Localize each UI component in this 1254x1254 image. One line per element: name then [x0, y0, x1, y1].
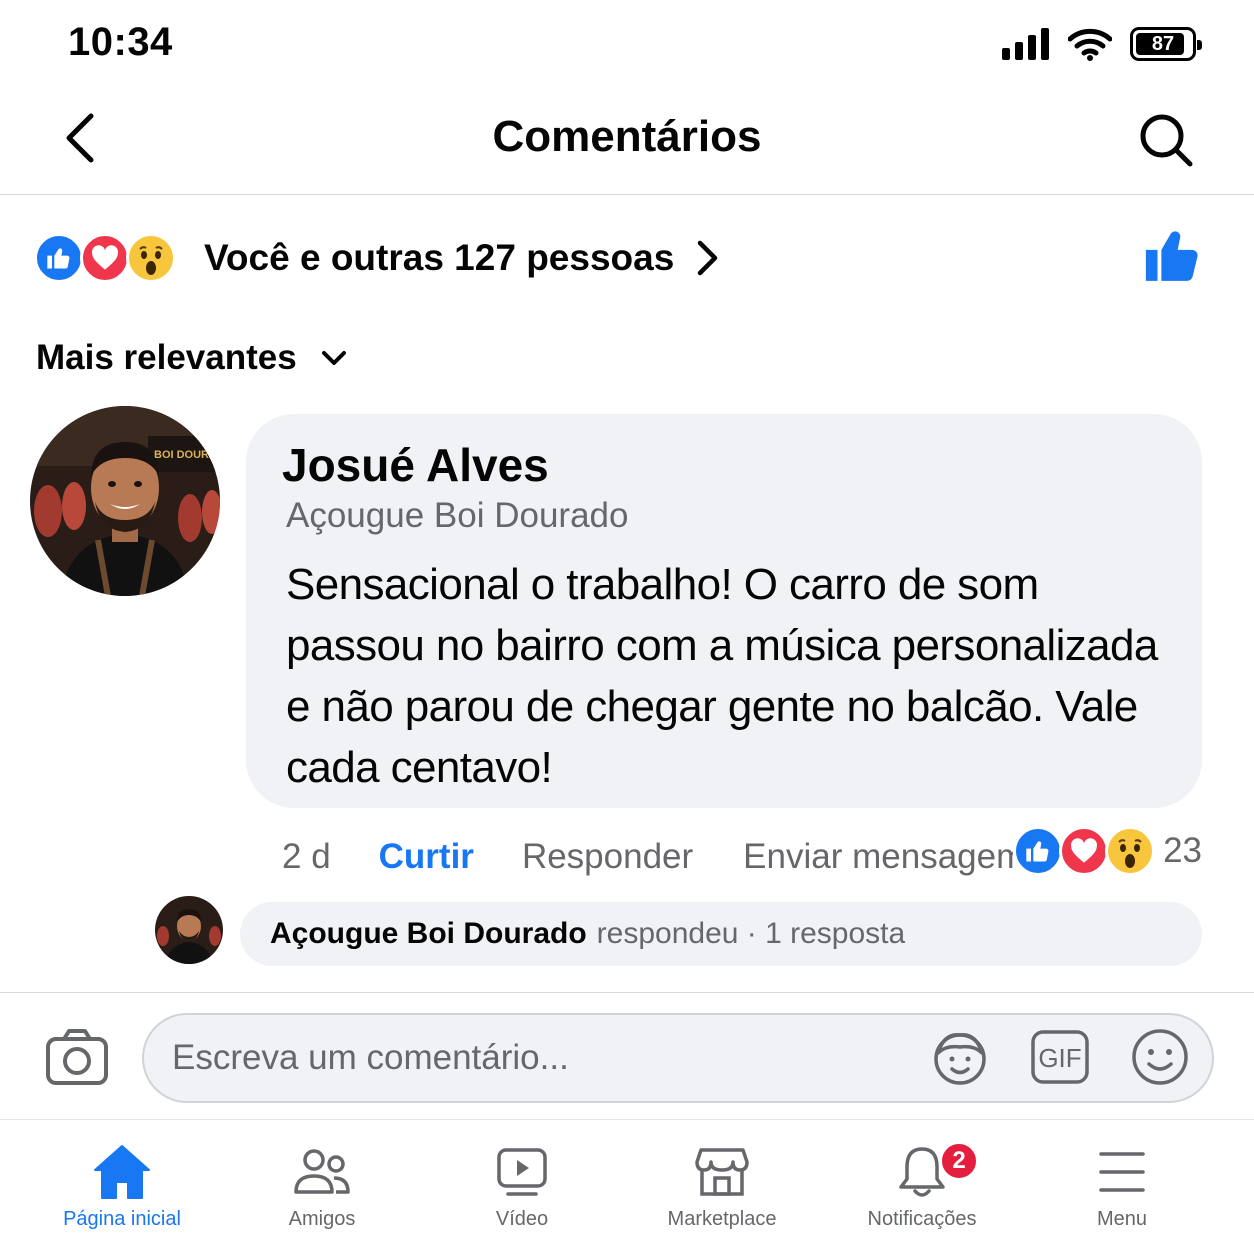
home-icon — [93, 1142, 151, 1202]
camera-button[interactable] — [44, 1023, 110, 1089]
nav-label-friends: Amigos — [288, 1208, 356, 1230]
gif-icon: GIF — [1031, 1030, 1089, 1084]
battery-level: 87 — [1151, 32, 1175, 55]
video-icon — [496, 1142, 548, 1202]
comment-input[interactable]: Escreva um comentário... GIF — [142, 1013, 1214, 1103]
comment-actions: 2 d Curtir Responder Enviar mensagem 23 — [282, 826, 1202, 882]
sort-label: Mais relevantes — [36, 338, 297, 377]
like-icon — [1013, 826, 1064, 876]
menu-icon — [1098, 1142, 1146, 1202]
nav-label-menu: Menu — [1096, 1208, 1148, 1230]
nav-menu[interactable]: Menu — [1022, 1120, 1222, 1254]
emoji-icon — [1132, 1029, 1188, 1085]
gif-label: GIF — [1038, 1043, 1081, 1073]
love-icon — [80, 233, 130, 283]
bell-icon — [897, 1142, 947, 1202]
avatar-sign-text: BOI DOURADO — [154, 449, 220, 461]
header: Comentários — [0, 90, 1254, 195]
avatar-sticker-button[interactable] — [930, 1025, 990, 1089]
comment-bubble[interactable]: Josué Alves Açougue Boi Dourado Sensacio… — [246, 414, 1202, 808]
love-icon — [1059, 826, 1110, 876]
comment-timestamp: 2 d — [282, 837, 331, 876]
like-comment-button[interactable]: Curtir — [379, 837, 474, 877]
comment-reactions[interactable]: 23 — [1013, 826, 1202, 876]
nav-video[interactable]: Vídeo — [422, 1120, 622, 1254]
view-replies-button[interactable]: Açougue Boi Dourado respondeu · 1 respos… — [240, 902, 1202, 966]
reactions-summary-text: Você e outras 127 pessoas — [204, 237, 675, 278]
battery-icon: 87 — [1130, 27, 1202, 61]
bottom-nav: Página inicial Amigos Vídeo Marketplace … — [0, 1120, 1254, 1254]
reaction-stack — [34, 233, 176, 283]
sort-dropdown[interactable]: Mais relevantes — [36, 338, 347, 378]
chevron-right-icon — [696, 239, 720, 277]
reply-meta: respondeu · 1 resposta — [596, 917, 906, 950]
signal-icon — [1002, 28, 1049, 60]
emoji-button[interactable] — [1130, 1025, 1190, 1089]
status-bar: 10:34 87 — [0, 0, 1254, 90]
nav-label-marketplace: Marketplace — [667, 1208, 777, 1230]
status-icons: 87 — [1002, 24, 1202, 64]
camera-icon — [46, 1029, 108, 1085]
chevron-down-icon — [321, 350, 347, 366]
avatar[interactable]: BOI DOURADO — [30, 406, 220, 596]
nav-home[interactable]: Página inicial — [22, 1120, 222, 1254]
send-message-button[interactable]: Enviar mensagem — [743, 837, 1025, 877]
reply-avatar[interactable] — [155, 896, 223, 964]
page-title: Comentários — [492, 112, 762, 161]
nav-label-notifications: Notificações — [867, 1208, 977, 1230]
wow-icon — [126, 233, 176, 283]
search-icon — [1140, 114, 1193, 167]
nav-label-home: Página inicial — [63, 1208, 181, 1230]
like-post-button[interactable] — [1142, 224, 1204, 286]
search-button[interactable] — [1134, 108, 1198, 172]
comment-input-placeholder: Escreva um comentário... — [172, 1038, 569, 1077]
notification-badge: 2 — [940, 1142, 978, 1180]
nav-notifications[interactable]: 2 Notificações — [822, 1120, 1022, 1254]
status-time: 10:34 — [68, 20, 173, 64]
comment-author-subtitle: Açougue Boi Dourado — [286, 496, 629, 535]
thumbs-up-icon — [1145, 231, 1198, 281]
like-icon — [34, 233, 84, 283]
marketplace-icon — [695, 1142, 749, 1202]
friends-icon — [294, 1142, 350, 1202]
reactions-summary[interactable]: Você e outras 127 pessoas — [34, 226, 1214, 290]
comment-composer: Escreva um comentário... GIF — [0, 992, 1254, 1120]
avatar-sticker-icon — [934, 1033, 986, 1085]
comment-author[interactable]: Josué Alves — [282, 438, 1162, 492]
wifi-icon — [1068, 28, 1112, 61]
gif-button[interactable]: GIF — [1030, 1025, 1090, 1089]
reply-author: Açougue Boi Dourado — [270, 917, 587, 950]
wow-icon — [1105, 826, 1156, 876]
composer-tools: GIF — [930, 1025, 1190, 1089]
comment-text: Sensacional o trabalho! O carro de som p… — [286, 560, 1158, 792]
nav-label-video: Vídeo — [495, 1208, 549, 1230]
comment-reaction-count: 23 — [1163, 831, 1202, 870]
reply-button[interactable]: Responder — [522, 837, 693, 877]
nav-friends[interactable]: Amigos — [222, 1120, 422, 1254]
nav-marketplace[interactable]: Marketplace — [622, 1120, 822, 1254]
